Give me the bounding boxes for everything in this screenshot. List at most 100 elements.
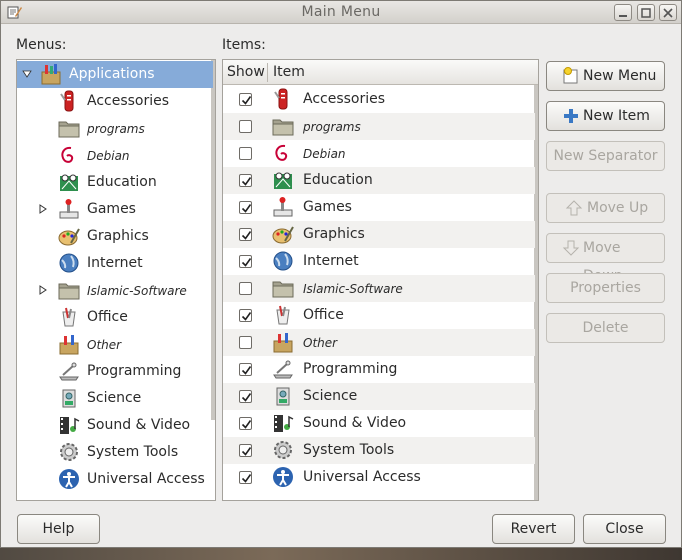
arrow-up-icon [565,200,583,216]
show-checkbox[interactable] [239,336,252,349]
move-up-label: Move Up [587,200,649,216]
other-icon [273,333,293,353]
title-bar[interactable]: Main Menu [1,1,681,24]
item-label: programs [303,120,361,134]
menu-tree-item-label: System Tools [87,444,179,460]
item-row[interactable]: Office [223,302,535,329]
item-row[interactable]: programs [223,113,535,140]
menu-tree-item[interactable]: Programming [17,358,213,385]
menu-tree-item[interactable]: programs [17,115,213,142]
close-label: Close [605,521,644,537]
item-row[interactable]: Debian [223,140,535,167]
show-checkbox[interactable] [239,174,252,187]
menus-tree[interactable]: Applications Accessories programs Debian Edu… [16,59,216,501]
item-label: Education [303,172,373,188]
item-row[interactable]: Education [223,167,535,194]
new-menu-icon [563,67,578,84]
menu-tree-item[interactable]: Accessories [17,88,213,115]
maximize-icon [641,8,651,18]
new-item-button[interactable]: New Item [546,101,665,131]
move-up-button[interactable]: Move Up [546,193,665,223]
revert-label: Revert [510,521,557,537]
close-window-button[interactable] [659,4,677,21]
menu-tree-item-label: Debian [87,149,130,163]
show-checkbox[interactable] [239,282,252,295]
move-down-button[interactable]: Move Down [546,233,665,284]
menu-tree-item[interactable]: Applications [17,61,213,88]
properties-button[interactable]: Properties [546,273,665,303]
item-row[interactable]: Islamic-Software [223,275,535,302]
menu-tree-item[interactable]: Science [17,385,213,412]
maximize-button[interactable] [637,4,655,21]
item-row[interactable]: Accessories [223,86,535,113]
item-row[interactable]: System Tools [223,437,535,464]
new-separator-label: New Separator [553,148,658,164]
menu-tree-item[interactable]: Islamic-Software [17,277,213,304]
system-tools-icon [274,441,292,459]
item-label: Games [303,199,352,215]
menu-tree-item[interactable]: Universal Access [17,466,213,493]
menu-tree-item[interactable]: Other [17,331,213,358]
delete-label: Delete [582,320,629,336]
item-row[interactable]: Programming [223,356,535,383]
folder-icon [272,119,294,136]
system-tools-icon [60,443,78,461]
internet-icon [59,253,79,273]
column-header-show[interactable]: Show [227,64,265,80]
show-checkbox[interactable] [239,390,252,403]
column-header-item[interactable]: Item [273,64,305,80]
menu-tree-item[interactable]: Education [17,169,213,196]
show-checkbox[interactable] [239,147,252,160]
menu-tree-item[interactable]: Debian [17,142,213,169]
show-checkbox[interactable] [239,417,252,430]
item-row[interactable]: Sound & Video [223,410,535,437]
close-icon [663,8,673,18]
help-button[interactable]: Help [17,514,100,544]
item-row[interactable]: Science [223,383,535,410]
menu-tree-item-label: Graphics [87,228,149,244]
menu-tree-item[interactable]: Graphics [17,223,213,250]
item-row[interactable]: Graphics [223,221,535,248]
show-checkbox[interactable] [239,228,252,241]
menu-tree-item[interactable]: System Tools [17,439,213,466]
close-button[interactable]: Close [583,514,666,544]
show-checkbox[interactable] [239,471,252,484]
menu-tree-item[interactable]: Office [17,304,213,331]
show-checkbox[interactable] [239,363,252,376]
show-checkbox[interactable] [239,255,252,268]
expander-closed-icon[interactable] [38,204,48,214]
menus-label: Menus: [16,37,67,53]
item-row[interactable]: Games [223,194,535,221]
item-label: Science [303,388,358,404]
expander-closed-icon[interactable] [38,285,48,295]
item-label: Other [303,336,338,350]
graphics-icon [272,226,294,244]
menu-tree-item-label: Science [87,390,142,406]
show-checkbox[interactable] [239,201,252,214]
science-icon [62,389,76,408]
revert-button[interactable]: Revert [492,514,575,544]
item-row[interactable]: Internet [223,248,535,275]
show-checkbox[interactable] [239,444,252,457]
new-menu-button[interactable]: New Menu [546,61,665,91]
item-label: Sound & Video [303,415,407,431]
show-checkbox[interactable] [239,93,252,106]
menu-tree-item[interactable]: Internet [17,250,213,277]
minimize-button[interactable] [614,4,632,21]
item-row[interactable]: Universal Access [223,464,535,491]
checkmark-icon [241,474,252,483]
menu-tree-item-label: Games [87,201,136,217]
item-row[interactable]: Other [223,329,535,356]
show-checkbox[interactable] [239,120,252,133]
new-item-label: New Item [583,108,650,124]
expander-open-icon[interactable] [22,69,32,79]
items-table[interactable]: Show Item Accessories programs Debian Educa… [222,59,539,501]
show-checkbox[interactable] [239,309,252,322]
menu-tree-item[interactable]: Sound & Video [17,412,213,439]
menu-tree-item[interactable]: Games [17,196,213,223]
new-separator-button[interactable]: New Separator [546,141,665,171]
menu-tree-item-label: Sound & Video [87,417,191,433]
menu-tree-item-label: Programming [87,363,182,379]
item-label: Office [303,307,344,323]
delete-button[interactable]: Delete [546,313,665,343]
